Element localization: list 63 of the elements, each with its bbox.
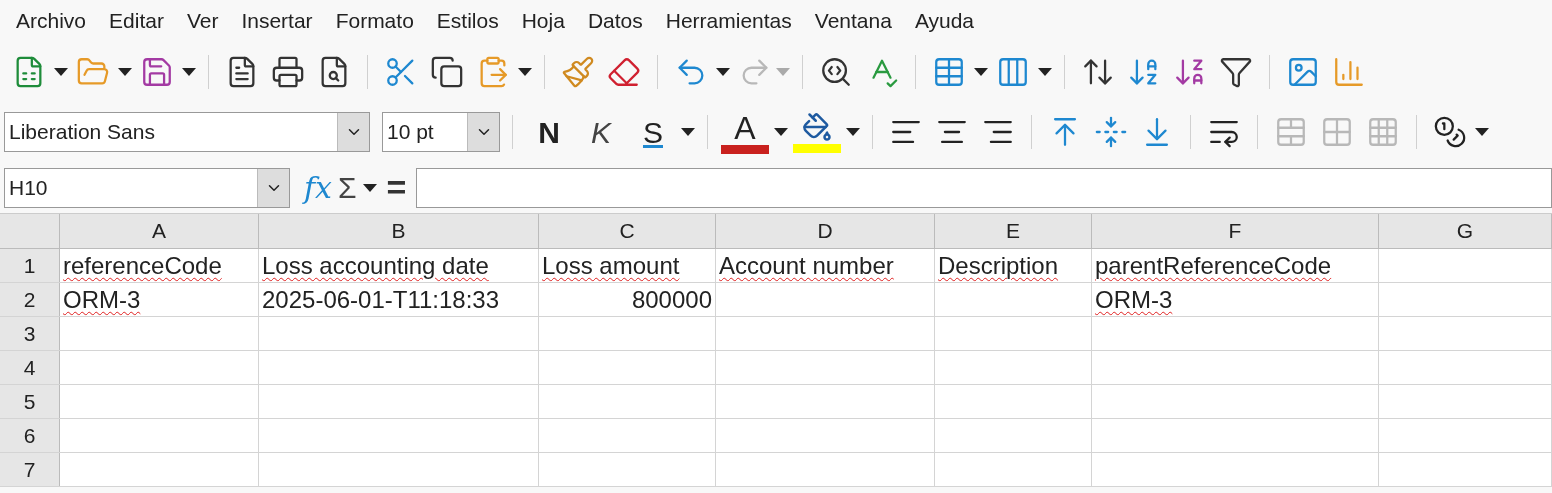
table-cell-text: referenceCode [63,250,222,281]
row-header[interactable]: 7 [0,453,60,486]
table-cell-text: Description [938,250,1059,281]
font-color-button[interactable]: A [720,110,770,154]
caret-icon[interactable] [974,67,988,77]
menu-item[interactable]: Formato [325,5,424,37]
dropdown-icon [257,168,289,207]
formula-input-field[interactable] [416,167,1552,208]
column-header[interactable]: C [539,214,716,248]
caret-icon[interactable] [182,67,196,77]
caret-icon[interactable] [1038,67,1052,77]
caret-icon[interactable] [1475,127,1489,137]
bold-button[interactable]: N [525,109,573,155]
menu-item[interactable]: Insertar [231,5,323,37]
font-size-field[interactable]: 10 pt [382,112,500,152]
column-header[interactable]: A [60,214,259,248]
italic-button[interactable]: K [577,109,625,155]
column-header[interactable]: D [716,214,935,248]
table-cell-text: ORM-3 [1095,284,1173,315]
name-box[interactable]: H10 [4,167,290,208]
menu-item[interactable]: Datos [577,5,653,37]
caret-icon[interactable] [54,67,68,77]
caret-icon[interactable] [846,127,860,137]
font-name-field[interactable]: Liberation Sans [4,112,370,152]
row-header[interactable]: 3 [0,317,60,350]
column-header[interactable]: B [259,214,539,248]
row-header[interactable]: 5 [0,385,60,418]
dropdown-icon [337,113,369,151]
menu-item[interactable]: Archivo [6,5,97,37]
underline-button[interactable]: S [629,109,677,155]
dropdown-icon [467,113,499,151]
formula-button[interactable]: = [382,162,411,213]
caret-icon[interactable] [118,67,132,77]
table-cell-text: Loss accounting date [262,250,489,281]
menu-item[interactable]: Editar [99,5,174,37]
caret-icon[interactable] [774,127,788,137]
row-header[interactable]: 6 [0,419,60,452]
row-header[interactable]: 2 [0,283,60,316]
sum-button[interactable]: Σ [338,165,357,210]
row-header[interactable]: 4 [0,351,60,384]
function-wizard-button[interactable]: fx [304,165,333,210]
column-header[interactable]: G [1379,214,1552,248]
menu-item[interactable]: Estilos [426,5,509,37]
paint-bucket-icon [802,111,832,142]
menu-item[interactable]: Ayuda [904,5,985,37]
menu-item[interactable]: Ver [176,5,229,37]
row-header[interactable]: 1 [0,249,60,282]
table-cell-text: 800000 [631,284,712,315]
table-cell-text: Account number [719,250,894,281]
column-header[interactable]: E [935,214,1092,248]
menu-item[interactable]: Ventana [804,5,902,37]
caret-icon[interactable] [681,127,695,137]
caret-icon[interactable] [362,182,377,193]
highlight-color-button[interactable] [792,111,842,153]
table-cell-text: 2025-06-01-T11:18:33 [262,284,500,315]
caret-icon[interactable] [716,67,730,77]
column-header[interactable]: F [1092,214,1379,248]
menu-item[interactable]: Herramientas [655,5,802,37]
table-cell-text: ORM-3 [63,284,141,315]
caret-icon[interactable] [518,67,532,77]
table-cell-text: parentReferenceCode [1095,250,1332,281]
menu-item[interactable]: Hoja [511,5,575,37]
table-cell-text: Loss amount [542,250,680,281]
